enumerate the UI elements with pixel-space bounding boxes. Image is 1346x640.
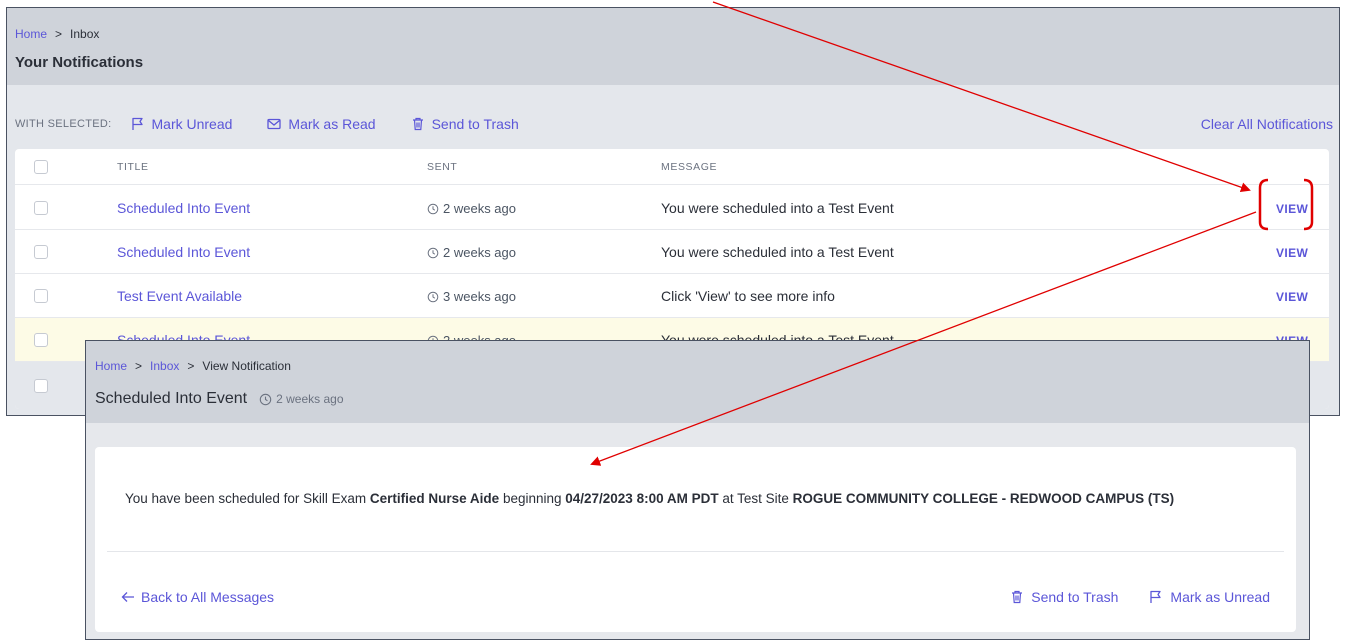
send-to-trash-label: Send to Trash bbox=[431, 116, 519, 132]
inbox-header: Home > Inbox Your Notifications bbox=[7, 8, 1339, 85]
notification-card: You have been scheduled for Skill Exam C… bbox=[95, 447, 1296, 632]
sent-time: 3 weeks ago bbox=[427, 289, 516, 304]
message-text: You have been scheduled for Skill Exam bbox=[125, 491, 370, 506]
trash-icon bbox=[1012, 590, 1023, 604]
mark-read-button[interactable]: Mark as Read bbox=[266, 116, 376, 132]
view-button[interactable]: VIEW bbox=[1276, 290, 1308, 304]
breadcrumb-separator: > bbox=[55, 27, 63, 41]
row-checkbox[interactable] bbox=[34, 201, 48, 215]
notification-title-link[interactable]: Test Event Available bbox=[117, 288, 242, 304]
sent-time: 2 weeks ago bbox=[427, 201, 516, 216]
table-row[interactable]: Scheduled Into Event 2 weeks ago You wer… bbox=[15, 230, 1329, 274]
message-text: at Test Site bbox=[718, 491, 793, 506]
breadcrumb: Home > Inbox bbox=[15, 27, 99, 41]
notification-title-link[interactable]: Scheduled Into Event bbox=[117, 200, 250, 216]
column-header-title: TITLE bbox=[117, 161, 149, 173]
breadcrumb-inbox-link[interactable]: Inbox bbox=[150, 359, 179, 373]
notification-actions: Send to Trash Mark as Unread bbox=[979, 589, 1270, 605]
message-preview: You were scheduled into a Test Event bbox=[661, 244, 894, 260]
column-header-sent: SENT bbox=[427, 161, 458, 173]
breadcrumb: Home > Inbox > View Notification bbox=[95, 359, 291, 373]
message-preview: You were scheduled into a Test Event bbox=[661, 200, 894, 216]
mark-as-unread-label: Mark as Unread bbox=[1170, 589, 1270, 605]
table-header-row: TITLE SENT MESSAGE bbox=[15, 149, 1329, 185]
view-button[interactable]: VIEW bbox=[1276, 202, 1308, 216]
test-site-name: ROGUE COMMUNITY COLLEGE - REDWOOD CAMPUS… bbox=[792, 491, 1175, 506]
notification-title-row: Scheduled Into Event 2 weeks ago bbox=[95, 390, 344, 408]
mark-unread-label: Mark Unread bbox=[151, 116, 233, 132]
breadcrumb-home-link[interactable]: Home bbox=[95, 359, 127, 373]
flag-icon bbox=[131, 117, 143, 130]
card-divider bbox=[107, 551, 1284, 552]
row-checkbox[interactable] bbox=[34, 289, 48, 303]
exam-name: Certified Nurse Aide bbox=[369, 491, 500, 506]
select-all-checkbox[interactable] bbox=[34, 160, 48, 174]
row-checkbox[interactable] bbox=[34, 379, 48, 393]
trash-icon bbox=[412, 117, 423, 131]
table-row[interactable]: Test Event Available 3 weeks ago Click '… bbox=[15, 274, 1329, 318]
notification-sent-time: 2 weeks ago bbox=[259, 392, 344, 406]
view-button[interactable]: VIEW bbox=[1276, 246, 1308, 260]
row-checkbox[interactable] bbox=[34, 333, 48, 347]
breadcrumb-separator: > bbox=[135, 359, 143, 373]
breadcrumb-separator: > bbox=[187, 359, 195, 373]
table-row[interactable]: Scheduled Into Event 2 weeks ago You wer… bbox=[15, 186, 1329, 230]
column-header-message: MESSAGE bbox=[661, 161, 718, 173]
page-title: Your Notifications bbox=[15, 54, 144, 71]
send-to-trash-label: Send to Trash bbox=[1031, 589, 1119, 605]
mark-as-unread-button[interactable]: Mark as Unread bbox=[1148, 589, 1270, 605]
breadcrumb-current: View Notification bbox=[202, 359, 291, 373]
breadcrumb-home-link[interactable]: Home bbox=[15, 27, 47, 41]
breadcrumb-current: Inbox bbox=[70, 27, 100, 41]
notification-title: Scheduled Into Event bbox=[95, 390, 248, 407]
message-preview: Click 'View' to see more info bbox=[661, 288, 835, 304]
sent-time-text: 2 weeks ago bbox=[276, 392, 344, 406]
arrow-left-icon bbox=[121, 592, 134, 602]
view-notification-screenshot: Home > Inbox > View Notification Schedul… bbox=[85, 340, 1310, 640]
clear-all-notifications-link[interactable]: Clear All Notifications bbox=[1201, 116, 1333, 132]
notification-title-link[interactable]: Scheduled Into Event bbox=[117, 244, 250, 260]
clock-icon bbox=[427, 291, 439, 302]
clock-icon bbox=[427, 247, 439, 258]
sent-time-text: 2 weeks ago bbox=[443, 201, 516, 216]
sent-time-text: 3 weeks ago bbox=[443, 289, 516, 304]
clock-icon bbox=[259, 393, 272, 405]
bulk-actions-bar: WITH SELECTED: Mark Unread Mark as Read … bbox=[15, 116, 553, 132]
clock-icon bbox=[427, 203, 439, 214]
back-to-all-messages-link[interactable]: Back to All Messages bbox=[121, 589, 274, 605]
back-label: Back to All Messages bbox=[141, 589, 275, 605]
with-selected-label: WITH SELECTED: bbox=[15, 118, 112, 130]
exam-datetime: 04/27/2023 8:00 AM PDT bbox=[565, 491, 719, 506]
mark-read-label: Mark as Read bbox=[288, 116, 376, 132]
flag-icon bbox=[1150, 590, 1162, 603]
sent-time: 2 weeks ago bbox=[427, 245, 516, 260]
notification-message: You have been scheduled for Skill Exam C… bbox=[125, 491, 1174, 506]
envelope-icon bbox=[267, 118, 282, 130]
send-to-trash-button[interactable]: Send to Trash bbox=[1009, 589, 1118, 605]
detail-header: Home > Inbox > View Notification Schedul… bbox=[86, 341, 1309, 423]
sent-time-text: 2 weeks ago bbox=[443, 245, 516, 260]
send-to-trash-button[interactable]: Send to Trash bbox=[410, 116, 519, 132]
row-checkbox[interactable] bbox=[34, 245, 48, 259]
message-text: beginning bbox=[499, 491, 566, 506]
mark-unread-button[interactable]: Mark Unread bbox=[130, 116, 233, 132]
